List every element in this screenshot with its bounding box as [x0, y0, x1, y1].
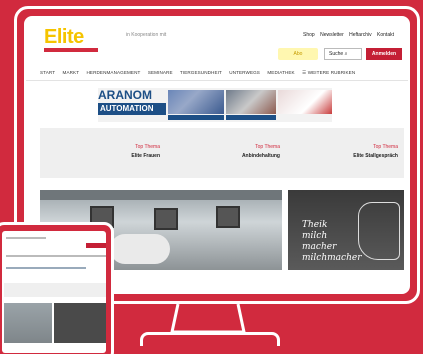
topic-label: Top Thema [255, 144, 280, 150]
abo-button[interactable]: Abo [278, 48, 318, 60]
nav-divider [26, 80, 408, 81]
topic-label: Top Thema [373, 144, 398, 150]
topic-title: Anbindehaltung [241, 153, 280, 159]
search-label: Suche [329, 51, 344, 57]
nav-item-herdenmanagement[interactable]: HERDENMANAGEMENT [87, 70, 141, 75]
search-icon: ⌕ [344, 51, 348, 57]
tablet-header-bar [6, 237, 46, 239]
toplink-shop[interactable]: Shop [303, 32, 315, 38]
toplink-heftarchiv[interactable]: Heftarchiv [349, 32, 372, 38]
tablet-topics [4, 283, 106, 297]
side-line-3: macher [302, 242, 337, 252]
banner-brand: ARANOM AUTOMATION [98, 88, 166, 122]
tablet-side-image [54, 303, 106, 343]
side-promo-text: Theik milch macher milchmacher [302, 220, 362, 264]
top-topics: Top Thema Elite Frauen Top Thema Anbinde… [40, 128, 404, 178]
banner-caption-1 [168, 115, 224, 120]
topic-title: Elite Stallgespräch [353, 153, 398, 159]
tablet-login-button [86, 243, 106, 248]
toplink-kontakt[interactable]: Kontakt [377, 32, 394, 38]
side-line-1: Theik [302, 220, 328, 230]
barn-beam [40, 190, 282, 200]
barn-fan [216, 206, 240, 228]
banner-caption-2 [226, 115, 276, 120]
topic-1[interactable]: Top Thema Elite Frauen [60, 144, 160, 159]
logo-text: Elite [44, 26, 84, 48]
partner-logo: in Kooperation mit [126, 32, 167, 38]
tablet-banner [6, 267, 86, 269]
nav-item-more[interactable]: ☰ WEITERE RUBRIKEN [302, 70, 355, 75]
nav-item-unterwegs[interactable]: UNTERWEGS [229, 70, 260, 75]
search-input[interactable]: Suche ⌕ [324, 48, 362, 60]
tablet-device [0, 222, 114, 354]
side-line-4: milchmacher [302, 253, 362, 263]
nav-item-mediathek[interactable]: MEDIATHEK [267, 70, 294, 75]
tablet-hero-image [4, 303, 52, 343]
side-promo[interactable]: Theik milch macher milchmacher [288, 190, 404, 270]
tablet-nav-bar [6, 255, 106, 257]
banner-image-2 [226, 90, 276, 114]
banner-title-top: ARANOM [98, 88, 152, 102]
barn-fan [154, 208, 178, 230]
top-links: Shop Newsletter Heftarchiv Kontakt [299, 32, 394, 38]
banner-title-bottom: AUTOMATION [98, 103, 166, 115]
monitor-base [140, 332, 280, 346]
cow-head-outline [358, 202, 400, 260]
nav-item-start[interactable]: START [40, 70, 55, 75]
tablet-screen [2, 231, 106, 353]
logo-underline [44, 48, 98, 52]
monitor-stand [170, 304, 246, 334]
nav-item-tiergesundheit[interactable]: TIERGESUNDHEIT [180, 70, 222, 75]
login-button[interactable]: Anmelden [366, 48, 402, 60]
topic-label: Top Thema [135, 144, 160, 150]
banner-image-3 [278, 90, 332, 114]
ad-banner[interactable]: ARANOM AUTOMATION [98, 88, 332, 122]
main-nav: START MARKT HERDENMANAGEMENT SEMINARE TI… [40, 70, 400, 76]
nav-item-seminare[interactable]: SEMINARE [148, 70, 173, 75]
banner-image-1 [168, 90, 224, 114]
toplink-newsletter[interactable]: Newsletter [320, 32, 344, 38]
topic-title: Elite Frauen [131, 153, 160, 159]
elite-logo[interactable]: Elite [44, 26, 102, 52]
topic-3[interactable]: Top Thema Elite Stallgespräch [298, 144, 398, 159]
side-line-2: milch [302, 231, 328, 241]
nav-item-markt[interactable]: MARKT [63, 70, 80, 75]
topic-2[interactable]: Top Thema Anbindehaltung [180, 144, 280, 159]
cow-shape [110, 234, 170, 264]
